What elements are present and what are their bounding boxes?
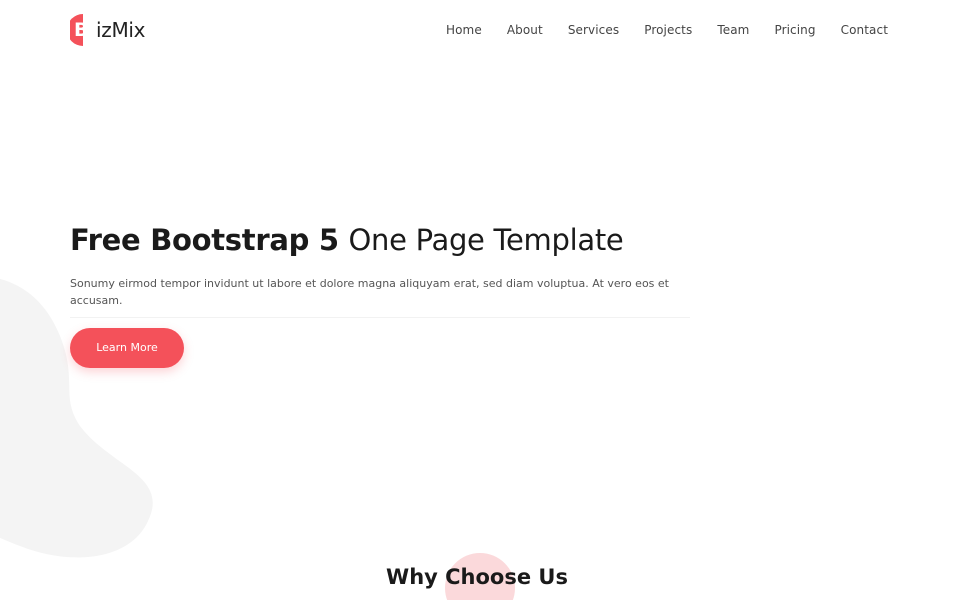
site-header: B izMix Home About Services Projects Tea… (0, 0, 954, 60)
hero-description: Sonumy eirmod tempor invidunt ut labore … (70, 275, 690, 318)
logo-letter: B (74, 19, 89, 41)
logo-text: izMix (96, 18, 146, 42)
learn-more-button[interactable]: Learn More (70, 328, 184, 368)
logo-mark-icon: B (70, 13, 96, 47)
nav-item-services[interactable]: Services (568, 20, 619, 40)
hero-title-bold: Free Bootstrap 5 (70, 223, 339, 257)
page: B izMix Home About Services Projects Tea… (0, 0, 954, 600)
nav-item-about[interactable]: About (507, 20, 543, 40)
background-blob-shape (0, 278, 153, 558)
main-nav: Home About Services Projects Team Pricin… (446, 20, 888, 40)
hero-title-light: One Page Template (348, 223, 624, 257)
nav-item-contact[interactable]: Contact (841, 20, 888, 40)
nav-item-pricing[interactable]: Pricing (774, 20, 815, 40)
nav-item-projects[interactable]: Projects (644, 20, 692, 40)
brand-logo[interactable]: B izMix (70, 12, 146, 48)
nav-item-home[interactable]: Home (446, 20, 482, 40)
nav-item-team[interactable]: Team (717, 20, 749, 40)
section-title: Why Choose Us (386, 565, 568, 589)
hero-title: Free Bootstrap 5 One Page Template (70, 222, 624, 258)
